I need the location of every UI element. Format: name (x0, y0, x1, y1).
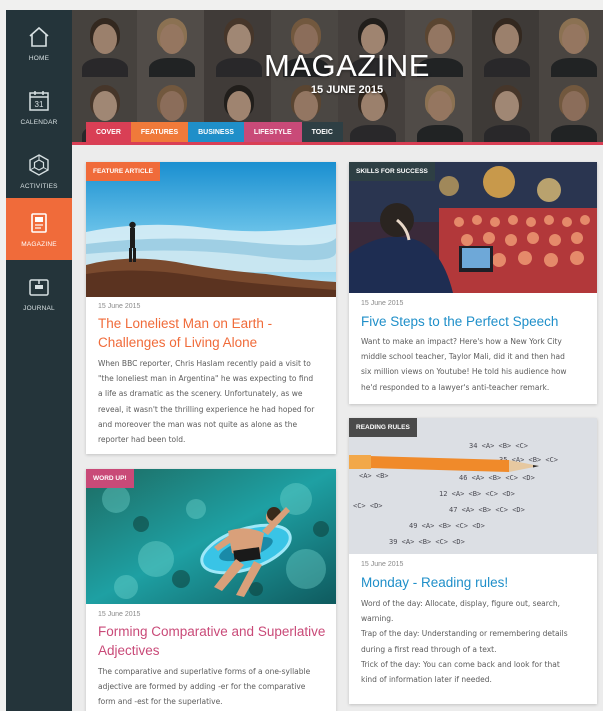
tab-lifestyle[interactable]: Lifestyle (243, 122, 302, 142)
svg-text:12 <A> <B> <C> <D>: 12 <A> <B> <C> <D> (439, 490, 515, 498)
article-card-comparative-adjectives[interactable]: Word up! 15 June 2015 Forming Comparativ… (86, 469, 336, 711)
sidebar-item-journal[interactable]: Journal (6, 262, 72, 324)
sidebar-item-calendar[interactable]: 31 Calendar (6, 76, 72, 138)
tab-features[interactable]: Features (130, 122, 189, 142)
article-card-perfect-speech[interactable]: Skills for success 15 June 2015 Five Ste… (349, 162, 597, 404)
article-date: 15 June 2015 (98, 611, 141, 618)
svg-text:34 <A> <B> <C>: 34 <A> <B> <C> (469, 442, 528, 450)
article-title[interactable]: Five Steps to the Perfect Speech (361, 312, 591, 331)
calendar-icon: 31 (29, 90, 49, 111)
section-tabs: Cover Features Business Lifestyle Toeic (86, 122, 343, 142)
svg-text:39 <A> <B> <C> <D>: 39 <A> <B> <C> <D> (389, 538, 465, 546)
magazine-icon (31, 212, 47, 233)
article-date: 15 June 2015 (361, 300, 404, 307)
tab-toeic[interactable]: Toeic (301, 122, 343, 142)
sidebar-item-label: Magazine (21, 240, 57, 248)
home-icon (29, 26, 49, 47)
page-title: MAGAZINE (264, 48, 430, 83)
sidebar-item-label: Activities (20, 182, 58, 190)
app-window: Home 31 Calendar Activities (6, 10, 603, 711)
calendar-icon-text: 31 (35, 100, 44, 109)
svg-text:<A> <B>: <A> <B> (359, 472, 389, 480)
article-excerpt: Want to make an impact? Here's how a New… (361, 337, 567, 392)
badge-word-up: Word up! (86, 469, 134, 488)
sidebar-item-home[interactable]: Home (6, 12, 72, 74)
badge-feature-article: Feature article (86, 162, 160, 181)
article-title[interactable]: Forming Comparative and Superlative Adje… (98, 622, 330, 660)
badge-skills-for-success: Skills for success (349, 162, 435, 181)
tab-cover[interactable]: Cover (86, 122, 131, 142)
badge-reading-rules: Reading rules (349, 418, 417, 437)
svg-text:47 <A> <B> <C> <D>: 47 <A> <B> <C> <D> (449, 506, 525, 514)
article-title[interactable]: Monday - Reading rules! (361, 573, 591, 592)
article-date: 15 June 2015 (361, 561, 404, 568)
tab-business[interactable]: Business (188, 122, 244, 142)
sidebar-item-label: Calendar (20, 118, 58, 126)
svg-text:46 <A> <B> <C> <D>: 46 <A> <B> <C> <D> (459, 474, 535, 482)
article-image-mountain (86, 162, 336, 297)
sidebar: Home 31 Calendar Activities (6, 10, 72, 711)
article-image-swimmer (86, 469, 336, 604)
sidebar-item-magazine[interactable]: Magazine (6, 198, 72, 260)
article-excerpt: Word of the day: Allocate, display, figu… (361, 599, 568, 685)
sidebar-item-label: Journal (23, 304, 55, 312)
svg-text:49 <A> <B> <C> <D>: 49 <A> <B> <C> <D> (409, 522, 485, 530)
activities-icon (29, 153, 49, 176)
article-title[interactable]: The Loneliest Man on Earth - Challenges … (98, 314, 328, 352)
article-date: 15 June 2015 (98, 303, 141, 310)
article-card-loneliest-man[interactable]: Feature article 15 June 2015 The Lonelie… (86, 162, 336, 454)
journal-icon (29, 278, 49, 296)
svg-text:<C> <D>: <C> <D> (353, 502, 383, 510)
article-excerpt: The comparative and superlative forms of… (98, 667, 311, 707)
sidebar-item-activities[interactable]: Activities (6, 140, 72, 202)
header-accent-line (72, 142, 603, 145)
article-image-speaker (349, 162, 597, 293)
article-card-reading-rules[interactable]: 34 <A> <B> <C> 35 <A> <B> <C> 46 <A> <B>… (349, 418, 597, 704)
sidebar-item-label: Home (28, 54, 50, 62)
magazine-header: MAGAZINE 15 JUNE 2015 Cover Features Bus… (72, 10, 603, 144)
article-excerpt: When BBC reporter, Chris Haslam recently… (98, 359, 315, 445)
issue-date: 15 JUNE 2015 (310, 84, 384, 96)
article-image-answer-sheet: 34 <A> <B> <C> 35 <A> <B> <C> 46 <A> <B>… (349, 418, 597, 554)
